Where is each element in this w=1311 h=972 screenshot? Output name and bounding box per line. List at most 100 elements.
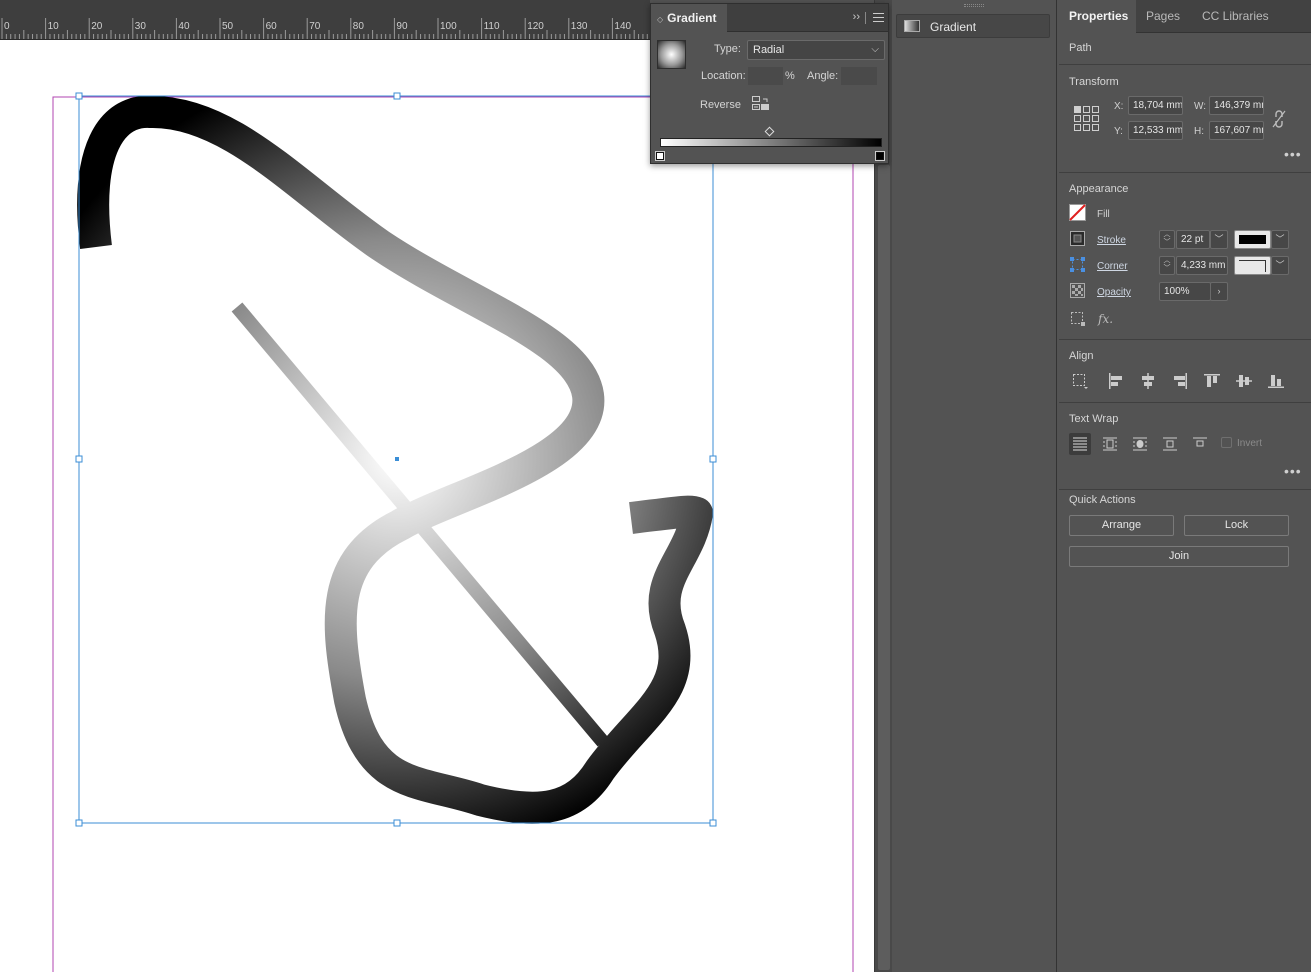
dock-item-gradient[interactable]: Gradient <box>896 14 1050 38</box>
gradient-type-select[interactable]: Radial ⌵ <box>747 40 885 60</box>
join-button[interactable]: Join <box>1069 546 1289 567</box>
no-text-wrap-icon[interactable] <box>1071 435 1089 453</box>
gradient-panel: ◇ Gradient ›› Type: Radial ⌵ Location: % A… <box>650 3 889 164</box>
page-margin-guide <box>52 96 854 972</box>
text-wrap-title: Text Wrap <box>1069 413 1119 425</box>
corner-size-stepper[interactable]: ︿ ﹀ <box>1159 256 1175 275</box>
fx-button[interactable]: fx. <box>1098 312 1113 326</box>
ruler-tick-label: 40 <box>178 21 190 32</box>
tab-properties[interactable]: Properties <box>1059 0 1136 33</box>
collapsed-panel-dock: Gradient <box>892 0 1057 972</box>
align-vertical-center-icon[interactable] <box>1235 372 1253 390</box>
stroke-color-dropdown[interactable]: ﹀ <box>1271 230 1289 249</box>
wrap-bounding-box-icon[interactable] <box>1101 435 1119 453</box>
align-horizontal-center-icon[interactable] <box>1139 372 1157 390</box>
object-kind-label: Path <box>1069 42 1092 54</box>
lock-button[interactable]: Lock <box>1184 515 1289 536</box>
stroke-weight-dropdown[interactable]: ﹀ <box>1210 230 1228 249</box>
invert-label: Invert <box>1237 438 1263 449</box>
gradient-type-value: Radial <box>753 44 785 56</box>
gradient-stop-white[interactable] <box>655 151 665 161</box>
dock-item-gradient-label: Gradient <box>930 20 977 34</box>
angle-input[interactable] <box>841 67 877 85</box>
ruler-tick-label: 100 <box>440 21 457 32</box>
more-options-icon[interactable]: ••• <box>1284 146 1302 162</box>
x-input[interactable]: 18,704 mm <box>1128 96 1183 115</box>
ruler-tick-label: 0 <box>4 21 10 32</box>
ruler-tick-label: 120 <box>527 21 544 32</box>
document-canvas[interactable] <box>0 40 874 972</box>
stroke-weight-stepper[interactable]: ︿ ﹀ <box>1159 230 1175 249</box>
corner-icon[interactable] <box>1070 257 1085 272</box>
angle-label: Angle: <box>807 70 839 82</box>
gradient-panel-tabbar: ◇ Gradient ›› <box>651 4 888 32</box>
corner-shape-preview <box>1239 260 1266 272</box>
stroke-weight-input[interactable]: 22 pt <box>1176 230 1210 249</box>
stroke-label[interactable]: Stroke <box>1097 235 1126 246</box>
handle-top-center <box>393 92 401 100</box>
handle-middle-right <box>709 455 717 463</box>
stroke-icon[interactable] <box>1070 231 1085 246</box>
jump-to-next-column-icon[interactable] <box>1191 435 1209 453</box>
align-to-selection-icon[interactable] <box>1071 372 1089 390</box>
ruler-ticks: 0 10 20 30 40 50 60 70 80 90 100 110 120 130 140 <box>1 18 648 39</box>
align-top-icon[interactable] <box>1203 372 1221 390</box>
arrange-button[interactable]: Arrange <box>1069 515 1174 536</box>
divider <box>1059 402 1311 403</box>
scrollbar-thumb[interactable] <box>878 165 890 970</box>
opacity-chevron-right-icon[interactable]: › <box>1210 282 1228 301</box>
align-left-icon[interactable] <box>1107 372 1125 390</box>
divider <box>1059 339 1311 340</box>
tab-cc-libraries[interactable]: CC Libraries <box>1192 0 1279 33</box>
invert-checkbox[interactable] <box>1221 437 1232 448</box>
more-options-icon[interactable]: ••• <box>1284 463 1302 479</box>
percent-label: % <box>785 70 795 82</box>
ruler-tick-label: 30 <box>135 21 147 32</box>
corner-size-input[interactable]: 4,233 mm <box>1176 256 1228 275</box>
x-label: X: <box>1114 101 1124 112</box>
gradient-preview-swatch[interactable] <box>657 40 686 69</box>
jump-object-icon[interactable] <box>1161 435 1179 453</box>
dock-grip[interactable] <box>964 4 984 7</box>
constrain-proportions-icon[interactable] <box>1272 110 1286 128</box>
opacity-label[interactable]: Opacity <box>1097 287 1131 298</box>
corner-shape-dropdown[interactable]: ﹀ <box>1271 256 1289 275</box>
reverse-label: Reverse <box>700 99 741 111</box>
quick-actions-title: Quick Actions <box>1069 494 1136 506</box>
align-right-icon[interactable] <box>1171 372 1189 390</box>
y-input[interactable]: 12,533 mm <box>1128 121 1183 140</box>
handle-middle-left <box>75 455 83 463</box>
properties-panel: Properties Pages CC Libraries Path Trans… <box>1059 0 1311 972</box>
h-label: H: <box>1194 126 1204 137</box>
corner-label[interactable]: Corner <box>1097 261 1128 272</box>
tab-pages[interactable]: Pages <box>1136 0 1190 33</box>
stroke-color-swatch[interactable] <box>1234 230 1271 249</box>
panel-menu-icon[interactable] <box>873 13 884 22</box>
reverse-gradient-icon[interactable] <box>752 96 769 110</box>
wrap-object-shape-icon[interactable] <box>1131 435 1149 453</box>
tab-gradient[interactable]: ◇ Gradient <box>651 4 727 32</box>
artwork[interactable] <box>0 40 874 972</box>
reference-point-icon[interactable] <box>1074 106 1100 132</box>
h-input[interactable]: 167,607 mm <box>1209 121 1264 140</box>
gradient-midpoint-diamond[interactable] <box>764 126 775 137</box>
fill-none-icon[interactable] <box>1069 204 1086 221</box>
ruler-tick-label: 20 <box>91 21 103 32</box>
ruler-tick-label: 130 <box>571 21 588 32</box>
w-label: W: <box>1194 101 1207 112</box>
horizontal-ruler[interactable]: 0 10 20 30 40 50 60 70 80 90 100 110 120 130 140 <box>0 0 650 40</box>
chevron-down-icon: ⌵ <box>871 44 879 55</box>
ruler-tick-label: 10 <box>48 21 60 32</box>
corner-shape-swatch[interactable] <box>1234 256 1271 275</box>
gradient-stop-black[interactable] <box>875 151 885 161</box>
object-effects-icon[interactable] <box>1070 311 1086 327</box>
location-input[interactable] <box>748 67 783 85</box>
gradient-ramp[interactable] <box>660 138 882 147</box>
w-input[interactable]: 146,379 mm <box>1209 96 1264 115</box>
collapse-panel-icon[interactable]: ›› <box>853 11 860 23</box>
align-bottom-icon[interactable] <box>1267 372 1285 390</box>
properties-tabbar: Properties Pages CC Libraries <box>1059 0 1311 33</box>
opacity-input[interactable]: 100% <box>1159 282 1211 301</box>
center-point <box>395 457 399 461</box>
opacity-icon[interactable] <box>1070 283 1085 298</box>
